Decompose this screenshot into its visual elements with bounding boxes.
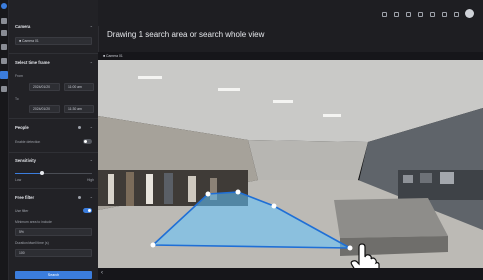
divider <box>9 152 98 153</box>
scene-display-table <box>334 198 448 238</box>
scene-back-wall <box>248 140 368 180</box>
duration-field[interactable]: 100 <box>15 249 92 257</box>
scene-light <box>218 88 240 91</box>
from-time-field[interactable]: 11:00 am <box>64 83 94 91</box>
info-icon[interactable] <box>78 126 81 129</box>
collapse-panel-icon[interactable]: ‹ <box>101 270 103 276</box>
top-toolbar: Drawing 1 search area or search whole vi… <box>98 0 483 39</box>
zone-vertex-handle <box>205 191 211 197</box>
search-button[interactable]: Search <box>15 271 92 279</box>
upload-icon[interactable] <box>418 12 423 17</box>
app-logo-icon <box>1 3 7 9</box>
undo-icon[interactable] <box>382 12 387 17</box>
avatar[interactable] <box>465 9 474 18</box>
chevron-down-icon[interactable]: ⌄ <box>90 157 93 162</box>
chevron-down-icon[interactable]: ⌄ <box>90 59 93 64</box>
bottom-bar: ‹ <box>98 268 483 280</box>
camera-label: ■ Camera 01 <box>103 54 123 58</box>
search-icon[interactable] <box>1 58 7 64</box>
scene-light <box>323 114 341 117</box>
filter-icon[interactable] <box>394 12 399 17</box>
zone-vertex-handle <box>347 245 353 251</box>
scene-item <box>403 175 413 183</box>
to-time-field[interactable]: 11:30 am <box>64 105 94 113</box>
grid-icon[interactable] <box>1 44 7 50</box>
enable-detection-toggle[interactable] <box>83 139 92 144</box>
duration-label: Duration/dwell time (s) <box>15 241 49 245</box>
sensitivity-slider-fill <box>15 173 42 174</box>
chevron-down-icon[interactable]: ⌄ <box>90 194 93 199</box>
sensitivity-max-label: High <box>87 178 94 182</box>
forensic-search-icon[interactable] <box>0 71 8 79</box>
settings-icon[interactable] <box>1 86 7 92</box>
scene-item <box>440 172 454 184</box>
scene-garment <box>164 173 173 204</box>
settings-icon[interactable] <box>442 12 447 17</box>
camera-scene[interactable] <box>98 60 483 268</box>
help-icon[interactable] <box>454 12 459 17</box>
camera-icon[interactable] <box>1 30 7 36</box>
to-label: To <box>15 97 19 101</box>
time-section-title: Select time frame <box>15 60 50 65</box>
scene-item <box>420 173 432 183</box>
scene-light <box>273 100 293 103</box>
camera-header: ■ Camera 01 <box>98 52 483 60</box>
chevron-down-icon[interactable]: ⌄ <box>90 124 93 129</box>
info-icon[interactable] <box>78 196 81 199</box>
divider <box>9 118 98 119</box>
sensitivity-section-title: Sensitivity <box>15 158 36 163</box>
from-label: From <box>15 74 23 78</box>
scene-garment <box>188 176 196 202</box>
home-icon[interactable] <box>1 18 7 24</box>
min-area-field[interactable]: 5% <box>15 228 92 236</box>
zone-vertex-handle <box>271 203 277 209</box>
sensitivity-min-label: Low <box>15 178 22 182</box>
divider <box>9 188 98 189</box>
from-date-field[interactable]: 2024/01/20 <box>29 83 60 91</box>
download-icon[interactable] <box>430 12 435 17</box>
sensitivity-slider-knob[interactable] <box>39 171 44 175</box>
scene-garment <box>146 174 153 204</box>
people-section-title: People <box>15 125 29 130</box>
scene-light <box>138 76 162 79</box>
video-viewer[interactable]: ■ Camera 01 <box>98 52 483 268</box>
free-filter-section-title: Free filter <box>15 195 35 200</box>
icon-rail <box>0 0 9 280</box>
tag-icon[interactable] <box>406 12 411 17</box>
enable-detection-label: Enable detection <box>15 140 41 144</box>
use-filter-toggle[interactable] <box>83 208 92 213</box>
camera-section-title: Camera <box>15 24 31 29</box>
divider <box>9 53 98 54</box>
scene-garment <box>108 174 114 204</box>
search-settings-panel: Camera ⌄ ■ Camera 01 Select time frame ⌄… <box>9 0 99 280</box>
scene-garment <box>126 172 134 206</box>
min-area-label: Minimum area to include <box>15 220 52 224</box>
zone-vertex-handle <box>235 189 241 195</box>
page-title: Drawing 1 search area or search whole vi… <box>107 30 265 39</box>
to-date-field[interactable]: 2024/01/20 <box>29 105 60 113</box>
chevron-down-icon[interactable]: ⌄ <box>90 23 93 28</box>
camera-select[interactable]: ■ Camera 01 <box>15 37 92 45</box>
zone-vertex-handle <box>150 242 156 248</box>
use-filter-label: Use filter <box>15 209 29 213</box>
